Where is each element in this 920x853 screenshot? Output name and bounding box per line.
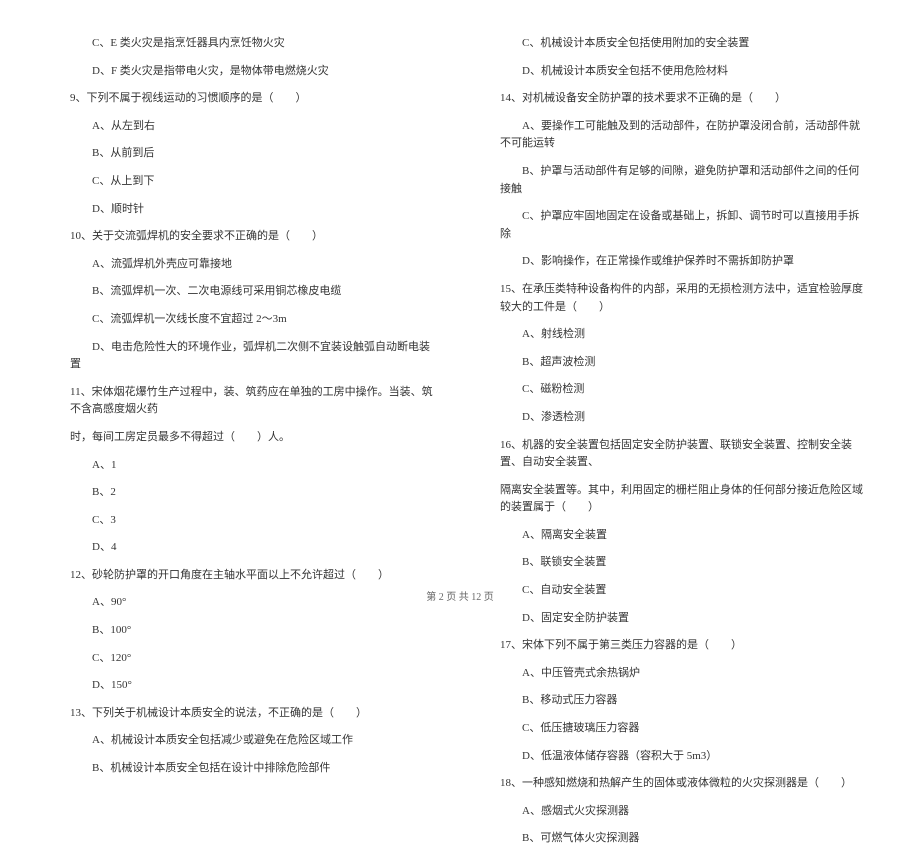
question-text: 9、下列不属于视线运动的习惯顺序的是（ ）: [70, 85, 440, 113]
answer-option: A、机械设计本质安全包括减少或避免在危险区域工作: [70, 727, 440, 755]
answer-option: D、电击危险性大的环境作业，弧焊机二次侧不宜装设触弧自动断电装置: [70, 334, 440, 379]
answer-option: D、顺时针: [70, 196, 440, 224]
answer-option: D、4: [70, 534, 440, 562]
answer-option: C、120°: [70, 645, 440, 673]
question-text: 11、宋体烟花爆竹生产过程中，装、筑药应在单独的工房中操作。当装、筑不含高感度烟…: [70, 379, 440, 424]
question-text: 12、砂轮防护罩的开口角度在主轴水平面以上不允许超过（ ）: [70, 562, 440, 590]
answer-option: B、机械设计本质安全包括在设计中排除危险部件: [70, 755, 440, 783]
question-continuation: 时，每间工房定员最多不得超过（ ）人。: [70, 424, 440, 452]
question-continuation: 隔离安全装置等。其中，利用固定的栅栏阻止身体的任何部分接近危险区域的装置属于（ …: [500, 477, 870, 522]
answer-option: C、自动安全装置: [500, 577, 870, 605]
question-text: 13、下列关于机械设计本质安全的说法，不正确的是（ ）: [70, 700, 440, 728]
answer-option: B、护罩与活动部件有足够的间隙，避免防护罩和活动部件之间的任何接触: [500, 158, 870, 203]
answer-option: A、隔离安全装置: [500, 522, 870, 550]
answer-option: D、F 类火灾是指带电火灾，是物体带电燃烧火灾: [70, 58, 440, 86]
answer-option: D、机械设计本质安全包括不使用危险材料: [500, 58, 870, 86]
answer-option: A、射线检测: [500, 321, 870, 349]
answer-option: B、2: [70, 479, 440, 507]
left-column: C、E 类火灾是指烹饪器具内烹饪物火灾D、F 类火灾是指带电火灾，是物体带电燃烧…: [70, 30, 470, 570]
answer-option: C、从上到下: [70, 168, 440, 196]
page-content: C、E 类火灾是指烹饪器具内烹饪物火灾D、F 类火灾是指带电火灾，是物体带电燃烧…: [0, 0, 920, 580]
answer-option: A、流弧焊机外壳应可靠接地: [70, 251, 440, 279]
answer-option: B、从前到后: [70, 140, 440, 168]
answer-option: C、护罩应牢固地固定在设备或基础上，拆卸、调节时可以直接用手拆除: [500, 203, 870, 248]
right-column: C、机械设计本质安全包括使用附加的安全装置D、机械设计本质安全包括不使用危险材料…: [470, 30, 870, 570]
question-text: 10、关于交流弧焊机的安全要求不正确的是（ ）: [70, 223, 440, 251]
answer-option: D、低温液体储存容器（容积大于 5m3）: [500, 743, 870, 771]
answer-option: D、150°: [70, 672, 440, 700]
question-text: 16、机器的安全装置包括固定安全防护装置、联锁安全装置、控制安全装置、自动安全装…: [500, 432, 870, 477]
answer-option: C、3: [70, 507, 440, 535]
question-text: 15、在承压类特种设备构件的内部，采用的无损检测方法中，适宜检验厚度较大的工件是…: [500, 276, 870, 321]
answer-option: B、联锁安全装置: [500, 549, 870, 577]
answer-option: A、要操作工可能触及到的活动部件，在防护罩没闭合前，活动部件就不可能运转: [500, 113, 870, 158]
answer-option: B、流弧焊机一次、二次电源线可采用铜芯橡皮电缆: [70, 278, 440, 306]
answer-option: A、感烟式火灾探测器: [500, 798, 870, 826]
question-text: 18、一种感知燃烧和热解产生的固体或液体微粒的火灾探测器是（ ）: [500, 770, 870, 798]
answer-option: C、E 类火灾是指烹饪器具内烹饪物火灾: [70, 30, 440, 58]
answer-option: C、低压搪玻璃压力容器: [500, 715, 870, 743]
question-text: 17、宋体下列不属于第三类压力容器的是（ ）: [500, 632, 870, 660]
answer-option: D、固定安全防护装置: [500, 605, 870, 633]
question-text: 14、对机械设备安全防护罩的技术要求不正确的是（ ）: [500, 85, 870, 113]
answer-option: A、从左到右: [70, 113, 440, 141]
answer-option: D、渗透检测: [500, 404, 870, 432]
answer-option: D、影响操作，在正常操作或维护保养时不需拆卸防护罩: [500, 248, 870, 276]
answer-option: B、可燃气体火灾探测器: [500, 825, 870, 853]
answer-option: C、流弧焊机一次线长度不宜超过 2～3m: [70, 306, 440, 334]
answer-option: B、100°: [70, 617, 440, 645]
answer-option: C、磁粉检测: [500, 376, 870, 404]
answer-option: C、机械设计本质安全包括使用附加的安全装置: [500, 30, 870, 58]
answer-option: B、超声波检测: [500, 349, 870, 377]
answer-option: A、1: [70, 452, 440, 480]
answer-option: B、移动式压力容器: [500, 687, 870, 715]
answer-option: A、中压管壳式余热锅炉: [500, 660, 870, 688]
answer-option: A、90°: [70, 589, 440, 617]
